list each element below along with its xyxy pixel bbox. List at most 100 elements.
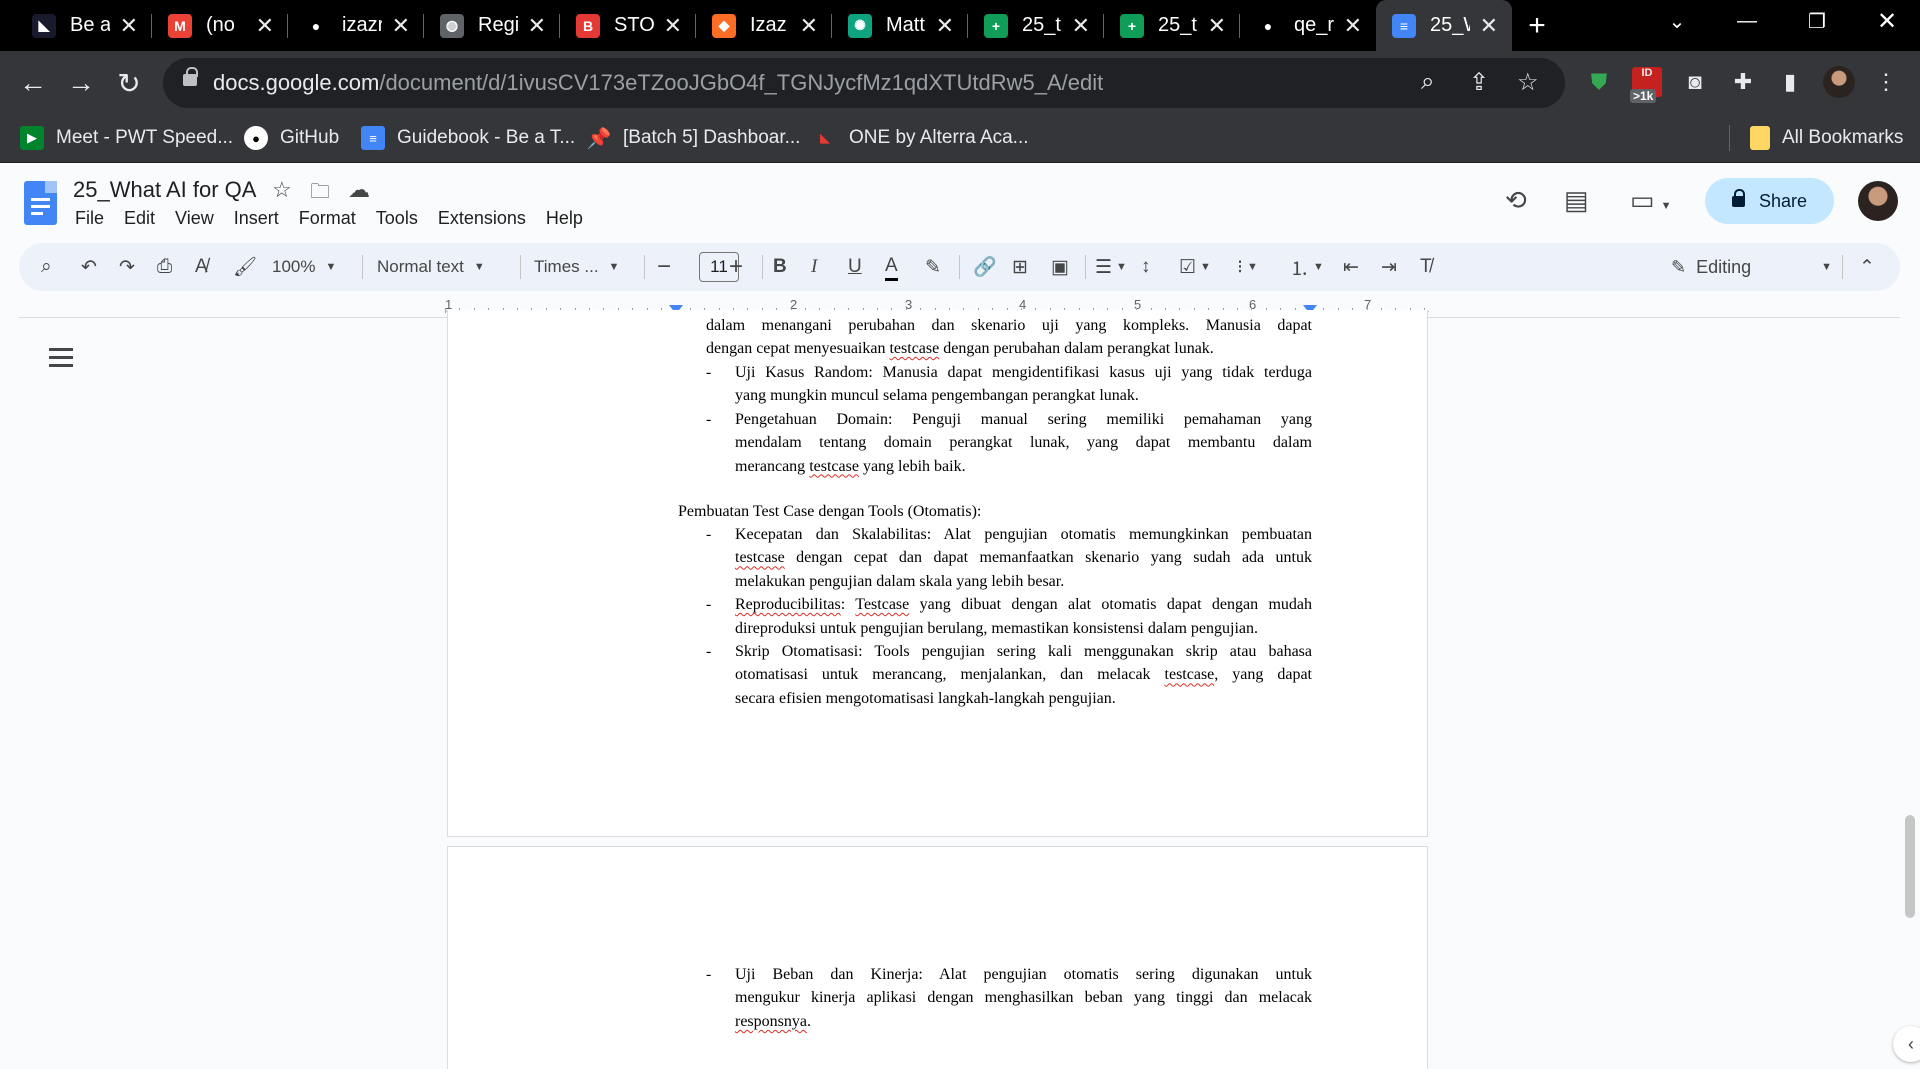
insert-image-icon[interactable]: ▣: [1051, 253, 1069, 281]
reload-icon[interactable]: ↻: [109, 63, 149, 103]
editing-mode-select[interactable]: ✎ Editing ▼: [1671, 253, 1832, 281]
minimize-icon[interactable]: —: [1712, 0, 1782, 43]
browser-tab[interactable]: +25_t ✕: [968, 0, 1104, 51]
bookmark-dashboard[interactable]: 📌 [Batch 5] Dashboar...: [587, 123, 801, 153]
browser-tab[interactable]: ● qe_r ✕: [1240, 0, 1376, 51]
toolbar-divider: [1085, 255, 1086, 279]
menu-item[interactable]: Help: [546, 208, 583, 229]
hide-menus-icon[interactable]: ⌃: [1859, 253, 1875, 281]
browser-tab[interactable]: ✺ Matt ✕: [832, 0, 968, 51]
bookmark-guidebook[interactable]: ≡ Guidebook - Be a T...: [361, 123, 575, 153]
font-family-select[interactable]: Times ... ▼: [534, 253, 619, 281]
bold-icon[interactable]: B: [773, 253, 787, 281]
close-tab-icon[interactable]: ✕: [1480, 13, 1498, 39]
redo-icon[interactable]: ↷: [119, 253, 135, 281]
zoom-select[interactable]: 100% ▼: [272, 253, 336, 281]
zoom-icon[interactable]: ⌕: [1421, 68, 1434, 96]
bullet-line: melakukan pengujian dalam skala yang leb…: [735, 572, 1065, 590]
window-close-icon[interactable]: ✕: [1852, 0, 1920, 43]
numbered-list-icon[interactable]: ⒈ ▼: [1290, 253, 1324, 281]
clear-formatting-icon[interactable]: T̸: [1420, 253, 1432, 281]
menu-item[interactable]: File: [75, 208, 104, 229]
menu-item[interactable]: View: [175, 208, 214, 229]
menu-item[interactable]: Format: [299, 208, 356, 229]
close-tab-icon[interactable]: ✕: [528, 13, 546, 39]
decrease-font-size-icon[interactable]: −: [657, 253, 671, 281]
close-tab-icon[interactable]: ✕: [1344, 13, 1362, 39]
decrease-indent-icon[interactable]: ⇤: [1343, 253, 1359, 281]
line-spacing-icon[interactable]: ↕: [1141, 253, 1151, 281]
account-avatar[interactable]: [1858, 181, 1898, 221]
comments-icon[interactable]: ▤: [1564, 185, 1589, 216]
bookmark-one-alterra[interactable]: ◣ ONE by Alterra Aca...: [813, 123, 1029, 153]
back-icon[interactable]: ←: [13, 63, 53, 103]
add-comment-icon[interactable]: ⊞: [1012, 253, 1028, 281]
move-folder-icon[interactable]: 🗀: [310, 177, 330, 211]
browser-tab[interactable]: ≡ 25_W ✕: [1376, 0, 1512, 51]
paint-format-icon[interactable]: 🖌: [233, 253, 257, 281]
insert-link-icon[interactable]: 🔗: [973, 253, 997, 281]
docs-logo-icon[interactable]: [24, 181, 57, 225]
print-icon[interactable]: ⎙: [157, 253, 172, 281]
checklist-icon[interactable]: ☑ ▼: [1179, 253, 1211, 281]
meet-call-icon[interactable]: ▭ ▼: [1630, 185, 1671, 216]
close-tab-icon[interactable]: ✕: [120, 13, 138, 39]
browser-tab[interactable]: ◆ Izaz ✕: [696, 0, 832, 51]
bulleted-list-icon[interactable]: ⁝ ▼: [1237, 253, 1258, 281]
italic-icon[interactable]: I: [811, 253, 817, 281]
menu-item[interactable]: Extensions: [438, 208, 526, 229]
cloud-saved-icon[interactable]: ☁: [348, 177, 370, 203]
profile-avatar[interactable]: [1821, 64, 1857, 100]
increase-font-size-icon[interactable]: +: [729, 253, 743, 281]
browser-tab[interactable]: +25_t ✕: [1104, 0, 1240, 51]
forward-icon[interactable]: →: [61, 63, 101, 103]
counter-extension-icon[interactable]: ID >1k: [1629, 64, 1665, 103]
bookmark-github[interactable]: ● GitHub: [244, 123, 339, 153]
close-tab-icon[interactable]: ✕: [392, 13, 410, 39]
version-history-icon[interactable]: ⟲: [1505, 185, 1527, 216]
side-panel-toggle-icon[interactable]: ‹: [1893, 1026, 1920, 1062]
address-bar[interactable]: docs.google.com/document/d/1ivusCV173eTZ…: [163, 58, 1565, 108]
bookmark-star-icon[interactable]: ☆: [1517, 68, 1539, 97]
close-tab-icon[interactable]: ✕: [1208, 13, 1226, 39]
document-outline-icon[interactable]: [49, 348, 73, 368]
extensions-puzzle-icon[interactable]: ✚: [1725, 64, 1761, 100]
spellcheck-icon[interactable]: A̸: [195, 253, 208, 281]
kebab-menu-icon[interactable]: ⋮: [1868, 64, 1904, 100]
browser-tab[interactable]: ◣ Be a ✕: [16, 0, 152, 51]
browser-tab[interactable]: M (no ✕: [152, 0, 288, 51]
close-tab-icon[interactable]: ✕: [800, 13, 818, 39]
menu-item[interactable]: Tools: [376, 208, 418, 229]
undo-icon[interactable]: ↶: [81, 253, 97, 281]
bookmark-meet[interactable]: ▶ Meet - PWT Speed...: [20, 123, 233, 153]
restore-icon[interactable]: ❐: [1782, 0, 1852, 43]
align-justify-icon[interactable]: ☰ ▼: [1095, 253, 1127, 281]
close-tab-icon[interactable]: ✕: [1072, 13, 1090, 39]
close-tab-icon[interactable]: ✕: [664, 13, 682, 39]
star-icon[interactable]: ☆: [272, 177, 292, 203]
reader-extension-icon[interactable]: ◙: [1677, 64, 1713, 100]
menu-item[interactable]: Insert: [234, 208, 279, 229]
close-tab-icon[interactable]: ✕: [256, 13, 274, 39]
highlight-icon[interactable]: ✎: [925, 253, 941, 281]
underline-icon[interactable]: U: [848, 253, 862, 281]
document-page[interactable]: [447, 846, 1428, 1069]
all-bookmarks[interactable]: All Bookmarks: [1750, 123, 1903, 153]
document-title[interactable]: 25_What AI for QA: [73, 177, 256, 203]
paragraph-style-select[interactable]: Normal text ▼: [377, 253, 485, 281]
scrollbar-thumb[interactable]: [1905, 815, 1915, 918]
browser-tab[interactable]: B STO ✕: [560, 0, 696, 51]
text-color-icon[interactable]: A: [885, 253, 898, 281]
new-tab-button[interactable]: +: [1512, 0, 1562, 51]
tab-search-icon[interactable]: ⌄: [1642, 0, 1712, 43]
close-tab-icon[interactable]: ✕: [936, 13, 954, 39]
browser-tab[interactable]: ◍ Regi ✕: [424, 0, 560, 51]
search-menus-icon[interactable]: ⌕: [41, 253, 52, 281]
browser-tab[interactable]: ● izazr ✕: [288, 0, 424, 51]
share-page-icon[interactable]: ⇪: [1469, 68, 1489, 97]
share-button[interactable]: Share: [1705, 178, 1834, 224]
increase-indent-icon[interactable]: ⇥: [1381, 253, 1397, 281]
menu-item[interactable]: Edit: [124, 208, 155, 229]
shield-extension-icon[interactable]: ⛊: [1581, 64, 1617, 100]
side-panel-icon[interactable]: ▮: [1772, 64, 1808, 100]
